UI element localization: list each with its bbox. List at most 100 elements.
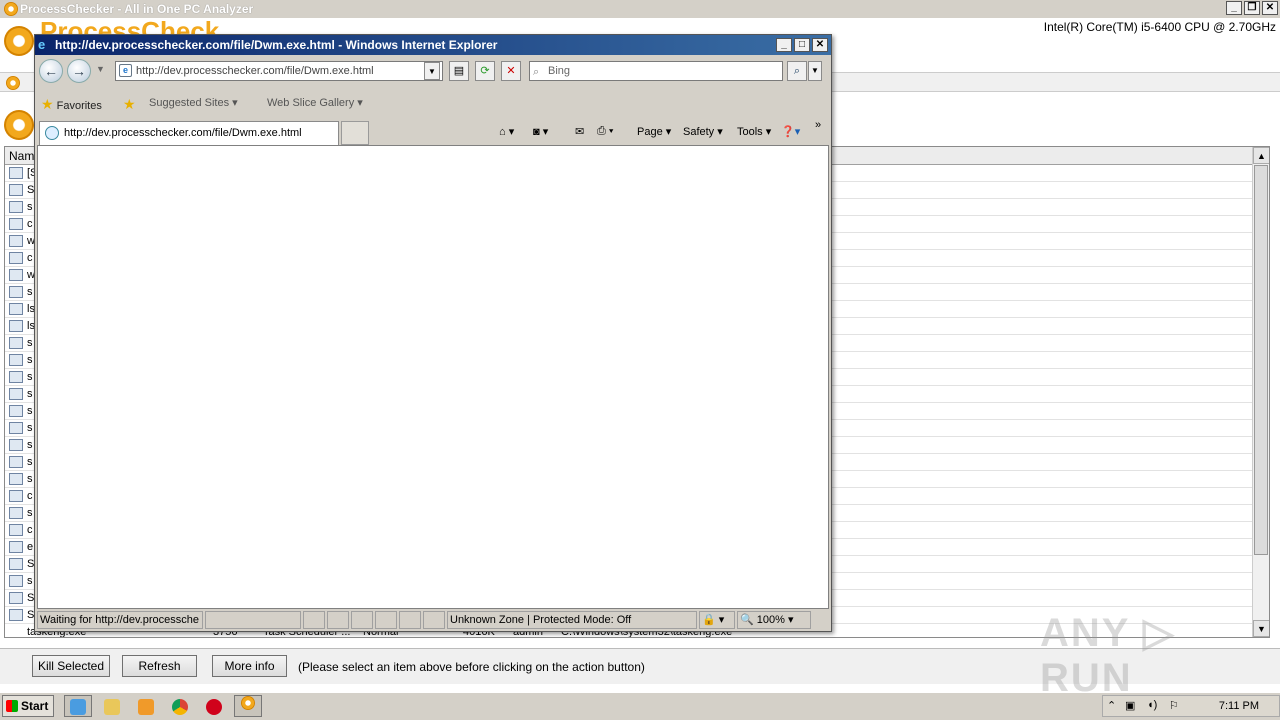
progress-bar [205, 611, 301, 629]
process-name: s [27, 405, 33, 417]
help-icon[interactable]: ❓▾ [781, 125, 800, 138]
status-segment [423, 611, 445, 629]
ie-close-button[interactable]: ✕ [812, 38, 828, 52]
more-commands-chevron-icon[interactable]: » [815, 119, 821, 131]
process-icon [9, 201, 23, 213]
ie-minimize-button[interactable]: _ [776, 38, 792, 52]
search-button-icon[interactable]: ⌕ [787, 61, 807, 81]
process-icon [9, 575, 23, 587]
search-options-dropdown-icon[interactable]: ▼ [808, 61, 822, 81]
protected-mode-lock-icon[interactable]: 🔒 ▾ [699, 611, 735, 629]
page-menu[interactable]: Page ▾ [637, 125, 671, 138]
address-dropdown-icon[interactable]: ▼ [424, 62, 440, 80]
add-to-favorites-bar-icon[interactable]: ★ [123, 96, 136, 113]
processchecker-logo-icon [4, 26, 34, 59]
process-name: s [27, 507, 33, 519]
tab-title: http://dev.processchecker.com/file/Dwm.e… [64, 127, 302, 139]
zoom-control[interactable]: 🔍 100% ▾ [737, 611, 811, 629]
vertical-scrollbar[interactable]: ▲ ▼ [1252, 147, 1269, 637]
address-bar[interactable]: e http://dev.processchecker.com/file/Dwm… [115, 61, 443, 81]
processchecker-info-icon [4, 110, 34, 143]
read-mail-icon[interactable]: ✉ [575, 125, 584, 138]
process-name: s [27, 439, 33, 451]
stop-icon[interactable]: ✕ [501, 61, 521, 81]
search-placeholder: Bing [548, 65, 571, 77]
taskbar-processchecker-button[interactable] [234, 695, 262, 717]
compatibility-view-icon[interactable]: ▤ [449, 61, 469, 81]
safety-menu[interactable]: Safety ▾ [683, 125, 723, 138]
ie-status-bar: Waiting for http://dev.processche Unknow… [35, 609, 831, 631]
ie-navigation-bar: ← → ▼ e http://dev.processchecker.com/fi… [35, 57, 831, 85]
favorites-bar: ★ Favorites ★ Suggested Sites ▾ Web Slic… [35, 91, 831, 115]
clock[interactable]: 7:11 PM [1219, 700, 1259, 712]
status-segment [375, 611, 397, 629]
process-icon [9, 388, 23, 400]
opera-icon [206, 698, 222, 715]
status-segment [327, 611, 349, 629]
suggested-sites-link[interactable]: Suggested Sites ▾ [149, 96, 238, 109]
print-icon[interactable]: ⎙ ▾ [597, 125, 613, 138]
chrome-icon [172, 698, 188, 715]
home-icon[interactable]: ⌂ ▾ [499, 125, 514, 138]
process-name: s [27, 575, 33, 587]
process-name: s [27, 388, 33, 400]
back-arrow-icon[interactable]: ← [39, 59, 63, 83]
ie-titlebar: e http://dev.processchecker.com/file/Dwm… [35, 35, 831, 55]
process-icon [9, 252, 23, 264]
page-content-area[interactable] [37, 145, 829, 609]
ie-maximize-button[interactable]: □ [794, 38, 810, 52]
refresh-button[interactable]: Refresh [122, 655, 197, 677]
tab-current-page[interactable]: http://dev.processchecker.com/file/Dwm.e… [39, 121, 339, 145]
tools-menu-label: Tools [737, 126, 763, 138]
more-info-button[interactable]: More info [212, 655, 287, 677]
process-icon [9, 524, 23, 536]
tools-menu[interactable]: Tools ▾ [737, 125, 771, 138]
status-text: Waiting for http://dev.processche [37, 611, 203, 629]
process-icon [9, 507, 23, 519]
status-segment [351, 611, 373, 629]
menu-gear-icon[interactable] [6, 76, 20, 90]
forward-arrow-icon[interactable]: → [67, 59, 91, 83]
process-icon [9, 541, 23, 553]
taskbar-media-player-button[interactable] [132, 695, 160, 717]
favorites-button[interactable]: ★ Favorites [41, 96, 102, 113]
process-icon [9, 422, 23, 434]
page-menu-label: Page [637, 126, 663, 138]
taskbar-chrome-button[interactable] [166, 695, 194, 717]
security-zone[interactable]: Unknown Zone | Protected Mode: Off [447, 611, 697, 629]
process-name: c [27, 490, 33, 502]
pc-restore-button[interactable]: ❐ [1244, 1, 1260, 15]
process-name: s [27, 473, 33, 485]
refresh-icon[interactable]: ⟳ [475, 61, 495, 81]
process-icon [9, 473, 23, 485]
taskbar-ie-button[interactable] [64, 695, 92, 717]
process-name: s [27, 422, 33, 434]
search-input[interactable]: ⌕ Bing [529, 61, 783, 81]
pc-window-controls: _ ❐ ✕ [1226, 1, 1278, 15]
web-slice-gallery-link[interactable]: Web Slice Gallery ▾ [267, 96, 363, 109]
taskbar-explorer-button[interactable] [98, 695, 126, 717]
process-name: c [27, 524, 33, 536]
process-name: c [27, 252, 33, 264]
suggested-sites-label: Suggested Sites [149, 97, 230, 109]
pc-close-button[interactable]: ✕ [1262, 1, 1278, 15]
taskbar-opera-button[interactable] [200, 695, 228, 717]
process-name: e [27, 541, 34, 553]
page-icon: e [119, 64, 132, 77]
process-icon [9, 490, 23, 502]
process-name: s [27, 456, 33, 468]
process-icon [9, 439, 23, 451]
feeds-icon[interactable]: ◙ ▾ [533, 125, 548, 138]
start-button[interactable]: Start [2, 695, 54, 717]
new-tab-button[interactable] [341, 121, 369, 145]
kill-selected-button[interactable]: Kill Selected [32, 655, 110, 677]
cpu-info: Intel(R) Core(TM) i5-6400 CPU @ 2.70GHz [1043, 20, 1276, 34]
ie-window-controls: _ □ ✕ [776, 38, 828, 52]
scroll-up-arrow-icon[interactable]: ▲ [1253, 147, 1269, 164]
status-segment [303, 611, 325, 629]
recent-pages-dropdown-icon[interactable]: ▼ [96, 64, 105, 74]
scroll-thumb[interactable] [1254, 165, 1268, 555]
pc-minimize-button[interactable]: _ [1226, 1, 1242, 15]
zoom-level: 100% [756, 614, 785, 626]
anyrun-watermark: ANY ▷ RUN [1040, 611, 1176, 700]
